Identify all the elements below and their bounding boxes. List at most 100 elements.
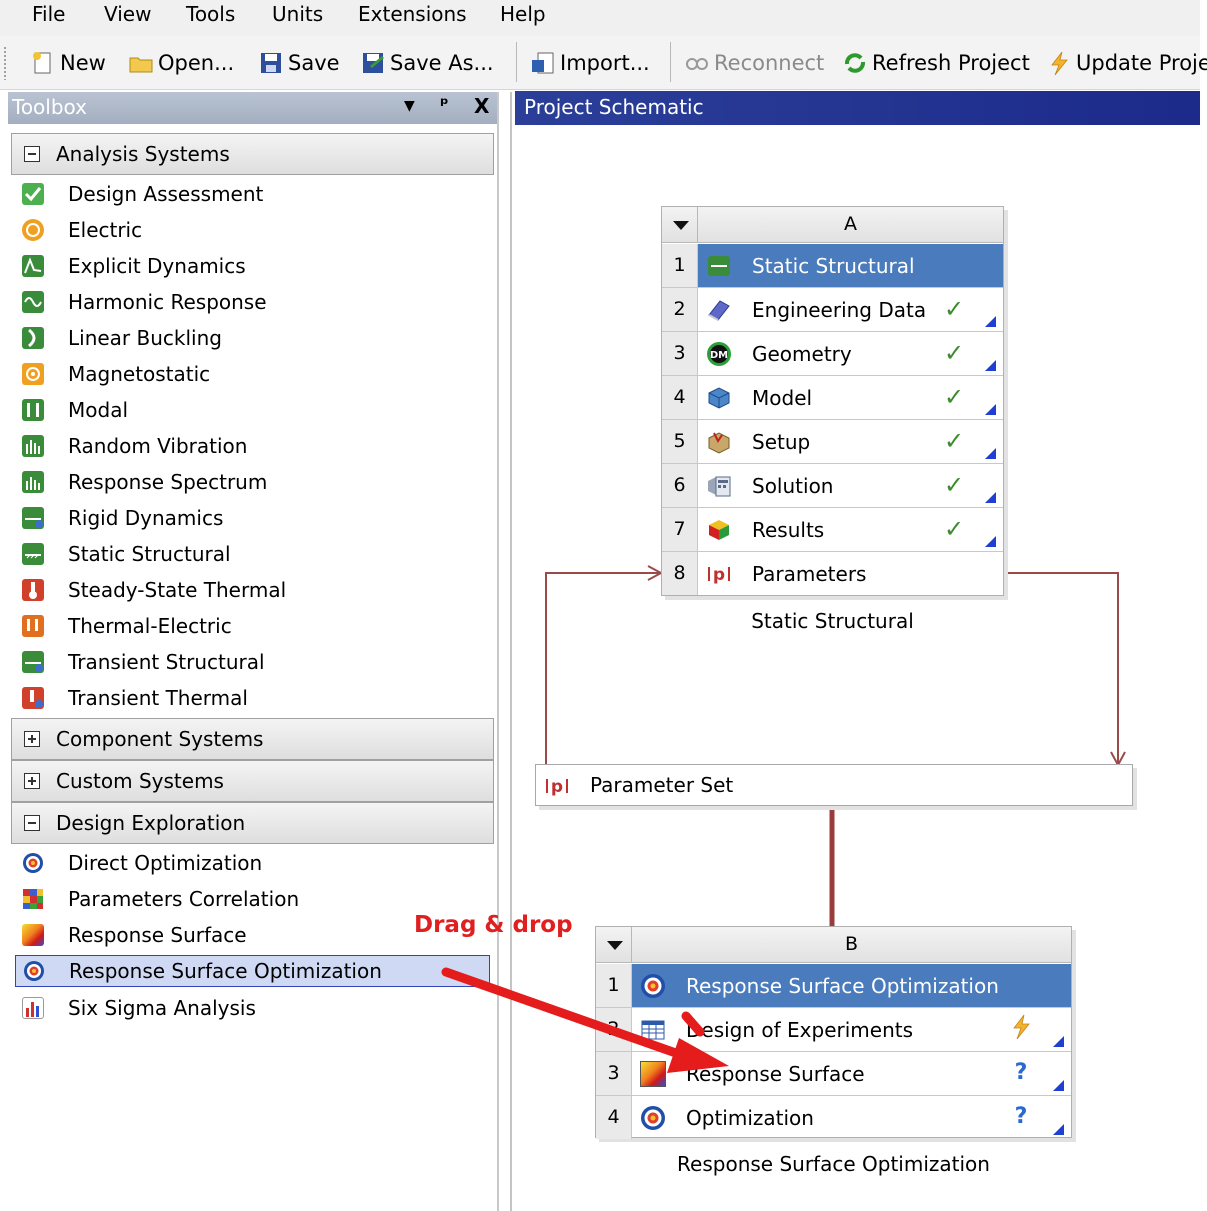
expand-icon[interactable] <box>24 773 40 789</box>
drag-drop-annotation: Drag & drop <box>414 912 573 938</box>
category-custom-systems[interactable]: Custom Systems <box>11 760 494 802</box>
toolbox-item-random-vibration[interactable]: Random Vibration <box>22 430 247 462</box>
new-button[interactable]: New <box>30 48 106 78</box>
item-label: Magnetostatic <box>68 362 211 386</box>
system-menu-arrow-icon[interactable] <box>596 927 632 963</box>
system-menu-arrow-icon[interactable] <box>662 207 698 243</box>
save-label: Save <box>288 51 340 75</box>
toolbar: New Open... Save Save As... Import... Re… <box>0 36 1207 90</box>
toolbox-item-modal[interactable]: Modal <box>22 394 128 426</box>
toolbox-item-thermal-electric[interactable]: Thermal-Electric <box>22 610 232 642</box>
update-label: Update Proje <box>1076 51 1207 75</box>
toolbox-item-harmonic-response[interactable]: Harmonic Response <box>22 286 267 318</box>
six-sigma-bars-icon <box>22 997 44 1019</box>
lightning-icon <box>1046 50 1072 76</box>
expand-icon[interactable] <box>24 731 40 747</box>
toolbox-item-parameters-correlation[interactable]: Parameters Correlation <box>22 883 299 915</box>
category-design-exploration[interactable]: Design Exploration <box>11 802 494 844</box>
refresh-project-button[interactable]: Refresh Project <box>842 48 1030 78</box>
collapse-icon[interactable] <box>24 146 40 162</box>
import-button[interactable]: Import... <box>530 48 650 78</box>
question-icon: ? <box>1010 1058 1032 1090</box>
item-label: Random Vibration <box>68 434 248 458</box>
save-button[interactable]: Save <box>258 48 340 78</box>
toolbox-item-design-assessment[interactable]: Design Assessment <box>22 178 263 210</box>
cell-b3-response-surface[interactable]: 3 Response Surface ? <box>596 1052 1071 1096</box>
system-b-caption[interactable]: Response Surface Optimization <box>595 1152 1072 1176</box>
toolbox-item-electric[interactable]: Electric <box>22 214 142 246</box>
setup-icon <box>706 429 732 455</box>
solution-calculator-icon <box>706 473 732 499</box>
toolbar-grip[interactable] <box>3 46 7 80</box>
open-button[interactable]: Open... <box>128 48 234 78</box>
system-a-block[interactable]: A 1 Static Structural 2 Engineering Data… <box>661 206 1004 596</box>
project-schematic-title: Project Schematic <box>524 95 704 119</box>
cell-a2-engineering-data[interactable]: 2 Engineering Data ✓ <box>662 288 1003 332</box>
menu-file[interactable]: File <box>32 2 65 26</box>
cell-a1-static-structural[interactable]: 1 Static Structural <box>662 244 1003 288</box>
item-label: Transient Structural <box>68 650 265 674</box>
menu-help[interactable]: Help <box>500 2 546 26</box>
menu-view[interactable]: View <box>104 2 151 26</box>
toolbox-item-rigid-dynamics[interactable]: Rigid Dynamics <box>22 502 223 534</box>
panel-splitter[interactable] <box>510 92 512 1211</box>
item-label: Design Assessment <box>68 182 264 206</box>
category-analysis-systems[interactable]: Analysis Systems <box>11 133 494 175</box>
update-project-button[interactable]: Update Proje <box>1046 48 1207 78</box>
system-b-block[interactable]: B 1 Response Surface Optimization 2 Desi… <box>595 926 1072 1140</box>
toolbox-item-transient-thermal[interactable]: Transient Thermal <box>22 682 248 714</box>
item-label: Response Surface Optimization <box>69 959 382 983</box>
toolbar-separator <box>670 42 671 82</box>
save-as-button[interactable]: Save As... <box>360 48 494 78</box>
check-icon: ✓ <box>944 515 965 543</box>
menu-tools[interactable]: Tools <box>186 2 235 26</box>
refresh-icon <box>842 50 868 76</box>
pin-icon[interactable]: ᵖ <box>440 94 449 115</box>
book-icon <box>706 297 732 323</box>
cell-a4-model[interactable]: 4 Model ✓ <box>662 376 1003 420</box>
reconnect-button[interactable]: Reconnect <box>684 48 824 78</box>
row-number: 5 <box>662 420 698 463</box>
cell-a8-parameters[interactable]: 8 p Parameters <box>662 552 1003 596</box>
cell-a3-geometry[interactable]: 3 DM Geometry ✓ <box>662 332 1003 376</box>
toolbox-item-static-structural[interactable]: Static Structural <box>22 538 231 570</box>
cell-a6-solution[interactable]: 6 Solution ✓ <box>662 464 1003 508</box>
cell-label: Geometry <box>752 342 852 366</box>
parameter-set-bar[interactable]: p Parameter Set <box>535 764 1133 806</box>
toolbox-item-explicit-dynamics[interactable]: Explicit Dynamics <box>22 250 246 282</box>
item-label: Six Sigma Analysis <box>68 996 256 1020</box>
menu-units[interactable]: Units <box>272 2 323 26</box>
item-label: Linear Buckling <box>68 326 222 350</box>
toolbox-item-steady-state-thermal[interactable]: Steady-State Thermal <box>22 574 286 606</box>
column-header-b: B <box>844 933 859 955</box>
reconnect-icon <box>684 50 710 76</box>
toolbox-item-six-sigma-analysis[interactable]: Six Sigma Analysis <box>22 992 256 1024</box>
category-component-systems[interactable]: Component Systems <box>11 718 494 760</box>
row-number: 1 <box>596 964 632 1007</box>
cell-a7-results[interactable]: 7 Results ✓ <box>662 508 1003 552</box>
toolbox-item-response-spectrum[interactable]: Response Spectrum <box>22 466 267 498</box>
row-number: 7 <box>662 508 698 551</box>
cell-b1-response-surface-optimization[interactable]: 1 Response Surface Optimization <box>596 964 1071 1008</box>
static-structural-icon <box>22 543 44 565</box>
cell-b4-optimization[interactable]: 4 Optimization ? <box>596 1096 1071 1140</box>
design-table-icon <box>640 1017 666 1043</box>
toolbox-item-transient-structural[interactable]: Transient Structural <box>22 646 265 678</box>
menu-extensions[interactable]: Extensions <box>358 2 467 26</box>
toolbox-item-magnetostatic[interactable]: Magnetostatic <box>22 358 210 390</box>
toolbox-item-response-surface[interactable]: Response Surface <box>22 919 247 951</box>
explicit-dynamics-icon <box>22 255 44 277</box>
toolbox-item-linear-buckling[interactable]: Linear Buckling <box>22 322 222 354</box>
cell-b2-design-of-experiments[interactable]: 2 Design of Experiments <box>596 1008 1071 1052</box>
toolbox-item-response-surface-optimization[interactable]: Response Surface Optimization <box>15 955 490 987</box>
dropdown-arrow-icon[interactable]: ▼ <box>404 98 415 114</box>
checkmark-icon <box>22 183 44 205</box>
close-icon[interactable]: X <box>474 94 489 118</box>
system-a-caption[interactable]: Static Structural <box>661 609 1004 633</box>
cell-a5-setup[interactable]: 5 Setup ✓ <box>662 420 1003 464</box>
cell-label: Response Surface Optimization <box>686 974 999 998</box>
row-number: 1 <box>662 244 698 287</box>
collapse-icon[interactable] <box>24 815 40 831</box>
row-number: 2 <box>596 1008 632 1051</box>
toolbox-item-direct-optimization[interactable]: Direct Optimization <box>22 847 262 879</box>
